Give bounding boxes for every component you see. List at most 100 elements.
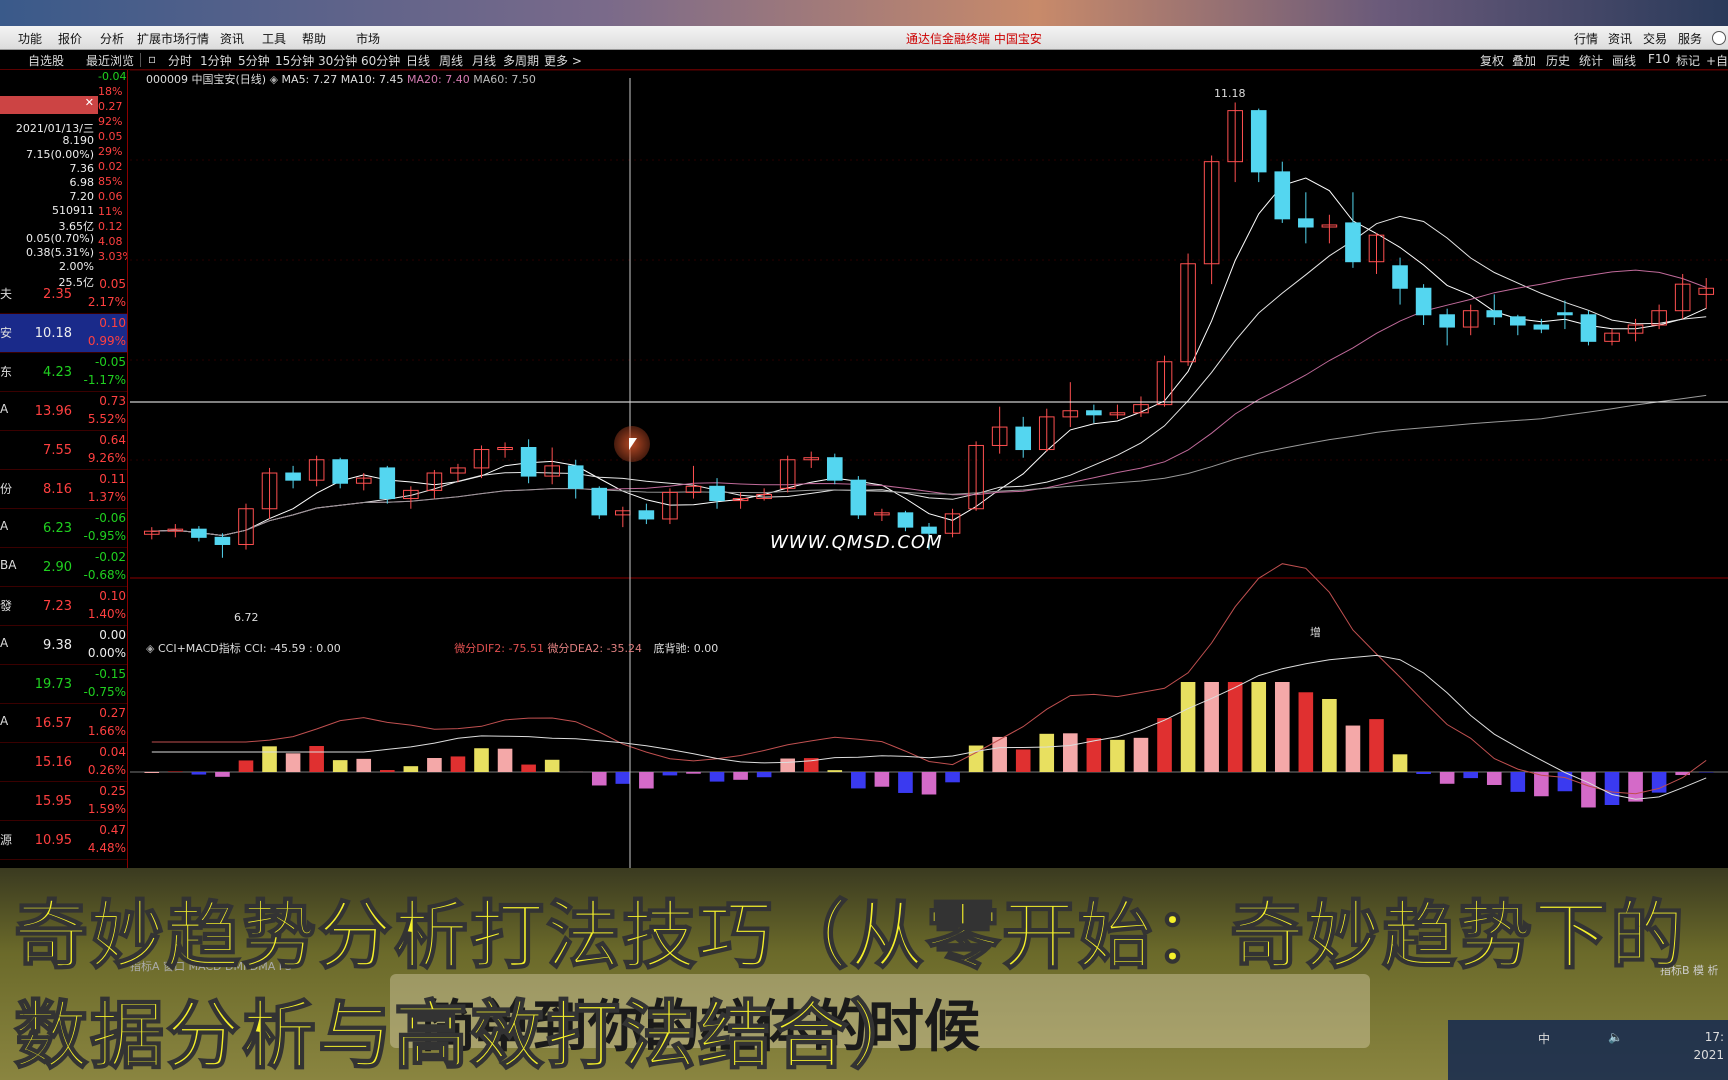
row-name: 源 [0,833,13,847]
quote-value: 6.98 [69,176,95,189]
tab-analysis[interactable]: 析 [1708,964,1719,977]
watchlist-row[interactable]: 夫 2.35 0.05 2.17% [0,275,127,314]
ma-icon: ◈ [269,73,279,86]
main-chart-legend: 000009 中国宝安(日线) ◈ MA5: 7.27 MA10: 7.45 M… [146,71,536,87]
menu-item-tools[interactable]: 工具 [262,30,286,47]
period-daily[interactable]: 日线 [406,52,430,69]
watchlist-row[interactable]: BA 2.90 -0.02 -0.68% [0,548,127,587]
watchlist-row[interactable]: 安 10.18 0.10 0.99% [0,314,127,353]
watchlist-row[interactable]: A 9.38 0.00 0.00% [0,626,127,665]
period-intraday[interactable]: 分时 [168,52,192,69]
close-icon[interactable]: ✕ [0,96,98,114]
row-name: A [0,402,9,416]
period-weekly[interactable]: 周线 [439,52,463,69]
menu-item-news[interactable]: 资讯 [220,30,244,47]
menu-item-service[interactable]: 服务 [1678,30,1702,47]
period-5min[interactable]: 5分钟 [238,52,270,69]
tool-overlay[interactable]: 叠加 [1512,52,1536,69]
dif-line [151,563,1707,795]
row-name: BA [0,558,17,572]
tool-adjust[interactable]: 复权 [1480,52,1504,69]
quote-value: 7.15(0.00%) [25,148,94,161]
menu-item-function[interactable]: 功能 [18,30,42,47]
period-60min[interactable]: 60分钟 [361,52,400,69]
candle-body [1274,171,1291,220]
macd-bar [1227,682,1243,772]
candle-body [1415,287,1432,316]
macd-bar [1628,772,1643,802]
volume-icon[interactable]: 🔈 [1608,1030,1623,1044]
chart-area[interactable] [130,70,1728,900]
watchlist-row[interactable]: 15.95 0.25 1.59% [0,782,127,821]
quote-value: 7.20 [69,190,95,203]
clock-time: 17: [1704,1030,1724,1044]
row-price: 2.35 [43,287,72,302]
menu-item-market-right[interactable]: 行情 [1574,30,1598,47]
menu-item-help[interactable]: 帮助 [302,30,326,47]
watchlist-row[interactable]: 源 10.95 0.47 4.48% [0,821,127,860]
macd-bar [1416,772,1431,774]
row-change: 0.10 [99,316,126,330]
side-value: 29% [98,145,123,158]
macd-bar [733,772,748,780]
menu-item-quote[interactable]: 报价 [58,30,82,47]
menu-item-news-right[interactable]: 资讯 [1608,30,1632,47]
watchlist-row[interactable]: A 13.96 0.73 5.52% [0,392,127,431]
quote-value: 8.190 [62,134,95,147]
row-change: 0.10 [99,589,126,603]
app-title: 通达信金融终端 中国宝安 [906,32,1042,46]
watchlist-row[interactable]: 發 7.23 0.10 1.40% [0,587,127,626]
watchlist-row[interactable]: 东 4.23 -0.05 -1.17% [0,353,127,392]
menu-item-extended-market[interactable]: 扩展市场行情 [137,30,209,47]
watchlist-row[interactable]: 15.16 0.04 0.26% [0,743,127,782]
menu-item-analysis[interactable]: 分析 [100,30,124,47]
macd-bar [615,772,631,784]
period-30min[interactable]: 30分钟 [318,52,357,69]
row-change: -0.05 [94,355,126,369]
watchlist-row[interactable]: 7.55 0.64 9.26% [0,431,127,470]
period-multi[interactable]: 多周期 [503,52,539,69]
row-percent: 4.48% [87,841,126,855]
window-control-button[interactable] [1712,31,1726,45]
clock[interactable]: 17: 2021 [1693,1028,1724,1064]
cci-value: CCI: -45.59 : 0.00 [244,642,341,655]
ime-indicator[interactable]: 中 [1538,1030,1550,1047]
row-name: A [0,636,9,650]
candle-body [214,536,231,545]
period-15min[interactable]: 15分钟 [275,52,314,69]
watchlist-row[interactable]: 份 8.16 0.11 1.37% [0,470,127,509]
tool-history[interactable]: 历史 [1546,52,1570,69]
period-monthly[interactable]: 月线 [472,52,496,69]
tool-add[interactable]: +自 [1706,52,1728,69]
tool-f10[interactable]: F10 [1648,52,1670,66]
tab-recent[interactable]: 最近浏览 [86,52,134,69]
menu-item-trade[interactable]: 交易 [1643,30,1667,47]
watchlist-row[interactable]: A 6.23 -0.06 -0.95% [0,509,127,548]
tab-watchlist[interactable]: 自选股 [28,52,64,69]
row-percent: 0.00% [87,646,126,660]
mouse-cursor-icon [629,438,637,450]
macd-bar [1086,738,1102,772]
tool-draw[interactable]: 画线 [1612,52,1636,69]
square-icon[interactable]: ▫ [148,52,156,66]
watchlist-row[interactable]: 19.73 -0.15 -0.75% [0,665,127,704]
side-value: 0.06 [98,190,123,203]
row-price: 13.96 [34,404,72,419]
row-name: 安 [0,326,13,340]
ma10-label: MA10: 7.45 [340,73,404,86]
watchlist-row[interactable]: A 16.57 0.27 1.66% [0,704,127,743]
marker-label: 增 [1310,626,1321,639]
tool-mark[interactable]: 标记 [1676,52,1700,69]
row-percent: -1.17% [83,373,126,387]
menu-item-market[interactable]: 市场 [356,30,380,47]
row-change: 0.64 [99,433,126,447]
tool-statistics[interactable]: 统计 [1579,52,1603,69]
period-more[interactable]: 更多 > [544,52,582,69]
macd-bar [851,772,866,789]
macd-bar [403,766,419,772]
macd-bar [1392,754,1408,772]
tab-model[interactable]: 模 [1693,964,1704,977]
period-1min[interactable]: 1分钟 [200,52,232,69]
row-name: A [0,714,9,728]
macd-bar [1345,725,1361,772]
